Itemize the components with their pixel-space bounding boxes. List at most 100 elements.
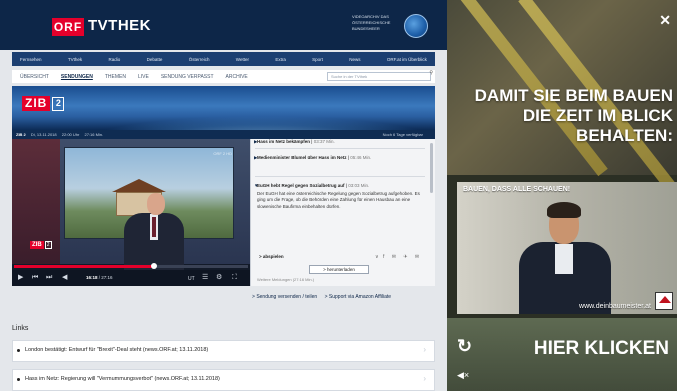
amazon-affiliate-label: Support via Amazon Affiliate	[328, 294, 392, 300]
main-nav-item[interactable]: News	[349, 57, 360, 62]
link-text[interactable]: London bestätigt: Entwurf für "Brexit"-D…	[25, 346, 208, 354]
chevron-down-icon[interactable]: ∨	[375, 254, 379, 260]
skip-back-icon[interactable]: ⏮	[32, 273, 38, 283]
ad-photo[interactable]: BAUEN, DASS ALLE SCHAUEN! www.deinbaumei…	[457, 182, 677, 314]
video-progress-fill	[14, 265, 155, 268]
fullscreen-icon[interactable]: ⛶	[232, 273, 237, 283]
download-button[interactable]: > herunterladen	[309, 265, 369, 274]
show-name: ZIB 2	[16, 132, 26, 137]
chapter-title: Medienminister Blumel über Hass im Netz	[257, 155, 347, 160]
next-chapter[interactable]: Weitere Meldungen (27:16 Min.)	[257, 277, 314, 282]
play-icon[interactable]: ▶	[18, 273, 23, 283]
video-footer-links: > Sendung versenden / teilen > Support v…	[252, 294, 391, 300]
mute-icon[interactable]: ◀×	[457, 370, 469, 381]
tab-sendungen[interactable]: SENDUNGEN	[61, 74, 93, 80]
ad-cta-bar[interactable]: ↻ HIER KLICKEN ◀×	[447, 318, 677, 391]
chapter-item-expanded[interactable]: ▼ EuGH hebt Regel gegen Sozialbetrug auf…	[254, 183, 422, 210]
chevron-right-icon: ▶	[254, 155, 258, 160]
tab-live[interactable]: LIVE	[138, 74, 149, 80]
player-controls: ▶ ⏮ ⏭ ◀ 16:18 / 27:16 UT ☰ ⚙ ⛶	[12, 270, 250, 286]
ad-tagline: BAUEN, DASS ALLE SCHAUEN!	[463, 186, 571, 193]
main-nav-item[interactable]: TVthek	[68, 57, 82, 62]
tab-themen[interactable]: THEMEN	[105, 74, 126, 80]
presenter-head	[147, 193, 165, 215]
bullet	[17, 378, 20, 381]
zib2-corner-logo: ZIB 2	[30, 241, 52, 249]
volume-icon[interactable]: ◀	[62, 273, 67, 283]
ad-cta-button[interactable]: HIER KLICKEN	[534, 338, 669, 360]
close-icon[interactable]: ✕	[659, 12, 671, 29]
settings-icon[interactable]: ⚙	[216, 273, 222, 283]
divider	[255, 176, 425, 177]
share-show-link[interactable]: > Sendung versenden / teilen	[252, 294, 317, 300]
main-nav-item[interactable]: ORF.at im Überblick	[387, 57, 427, 62]
ad-brand-logo	[655, 292, 673, 310]
availability-note: Noch 6 Tage verfügbar	[382, 132, 423, 137]
video-progress-bar[interactable]	[14, 263, 248, 269]
chapter-title: EuGH hebt Regel gegen Sozialbetrug auf	[257, 183, 345, 188]
tab-archive[interactable]: ARCHIVE	[226, 74, 248, 80]
play-chapter-label: abspielen	[262, 254, 284, 259]
skip-forward-icon[interactable]: ⏭	[46, 273, 52, 283]
main-nav-item[interactable]: Radio	[108, 57, 120, 62]
main-nav: Fernsehen TVthek Radio Debatte Österreic…	[12, 52, 435, 66]
earth-horizon-graphic	[72, 116, 435, 130]
share-icons[interactable]: f ✉ ✈ ✉	[383, 254, 422, 260]
link-item[interactable]: London bestätigt: Entwurf für "Brexit"-D…	[12, 340, 435, 362]
replay-icon[interactable]: ↻	[457, 336, 472, 357]
bullet	[17, 349, 20, 352]
main-nav-item[interactable]: Sport	[312, 57, 323, 62]
main-nav-item[interactable]: Extra	[275, 57, 286, 62]
play-chapter-link[interactable]: > abspielen	[259, 254, 284, 259]
tvthek-title[interactable]: TVTHEK	[88, 17, 151, 34]
menu-icon[interactable]: ☰	[202, 273, 208, 283]
ad-person-hair	[547, 202, 581, 218]
tab-sendung-verpasst[interactable]: SENDUNG VERPASST	[161, 74, 214, 80]
chapter-item[interactable]: ▶ Hass im Netz bekämpfen | 03:37 Min.	[254, 139, 335, 145]
search-input[interactable]: Suche in der TVthek	[327, 72, 431, 81]
orf-logo[interactable]: ORF	[52, 18, 84, 36]
subtitles-button[interactable]: UT	[188, 274, 195, 284]
tab-uebersicht[interactable]: ÜBERSICHT	[20, 74, 49, 80]
presenter-tie	[152, 217, 156, 237]
zib-corner-number: 2	[44, 241, 52, 249]
main-nav-item[interactable]: Fernsehen	[20, 57, 42, 62]
chapter-scrollbar[interactable]	[430, 143, 433, 193]
amazon-affiliate-link[interactable]: > Support via Amazon Affiliate	[325, 294, 391, 300]
show-date: Di, 13.11.2018	[30, 132, 57, 137]
chapter-description: Der EuGH hat eine österreichische Regelu…	[257, 191, 420, 209]
chapter-time: 03:03 Min.	[348, 183, 370, 188]
channel-watermark: ORF 2 HD	[213, 151, 232, 156]
download-label: herunterladen	[327, 267, 355, 272]
main-nav-item[interactable]: Debatte	[147, 57, 163, 62]
chevron-right-icon: ▶	[254, 139, 258, 144]
zib-logo-number: 2	[52, 96, 65, 111]
video-player[interactable]: ORF 2 HD ZIB 2 ▶ ⏮ ⏭ ◀ 16:18 / 27:16 UT …	[12, 139, 250, 286]
archive-badge-icon[interactable]	[404, 14, 428, 38]
show-duration: 27:16 Min.	[84, 132, 104, 137]
zib-logo-word: ZIB	[22, 96, 51, 111]
chevron-down-icon: ▼	[254, 183, 259, 188]
show-info-bar: ZIB 2 Di, 13.11.2018 22:00 Uhr 27:16 Min…	[12, 130, 435, 139]
advertisement[interactable]: ✕ DAMIT SIE BEIM BAUEN DIE ZEIT IM BLICK…	[447, 0, 677, 391]
house-roof-graphic	[112, 179, 166, 192]
total-time: 27:16	[101, 275, 113, 280]
link-item[interactable]: Hass im Netz: Regierung will "Vermummung…	[12, 369, 435, 391]
ad-url[interactable]: www.deinbaumeister.at	[579, 303, 651, 310]
archive-badge-text: VIDEOARCHIV DAS ÖSTERREICHISCHE BUNDESHE…	[352, 14, 391, 31]
chapter-list: ▶ Hass im Netz bekämpfen | 03:37 Min. ▶ …	[250, 139, 435, 286]
ad-person-shirt	[555, 244, 573, 274]
show-hero-banner: ZIB 2	[12, 86, 435, 130]
show-time: 22:00 Uhr	[61, 132, 80, 137]
search-icon[interactable]: ⚲	[429, 71, 433, 76]
sub-nav: ÜBERSICHT SENDUNGEN THEMEN LIVE SENDUNG …	[12, 70, 435, 83]
link-text[interactable]: Hass im Netz: Regierung will "Vermummung…	[25, 375, 220, 383]
chapter-title: Hass im Netz bekämpfen	[257, 139, 311, 144]
share-show-label: Sendung versenden / teilen	[256, 294, 318, 300]
chapter-item[interactable]: ▶ Medienminister Blumel über Hass im Net…	[254, 155, 422, 161]
main-nav-item[interactable]: Österreich	[189, 57, 210, 62]
main-nav-item[interactable]: Wetter	[236, 57, 249, 62]
elapsed-time: 16:18	[86, 275, 98, 280]
divider	[255, 148, 425, 149]
chapter-actions: > abspielen ∨ f ✉ ✈ ✉	[255, 253, 431, 263]
